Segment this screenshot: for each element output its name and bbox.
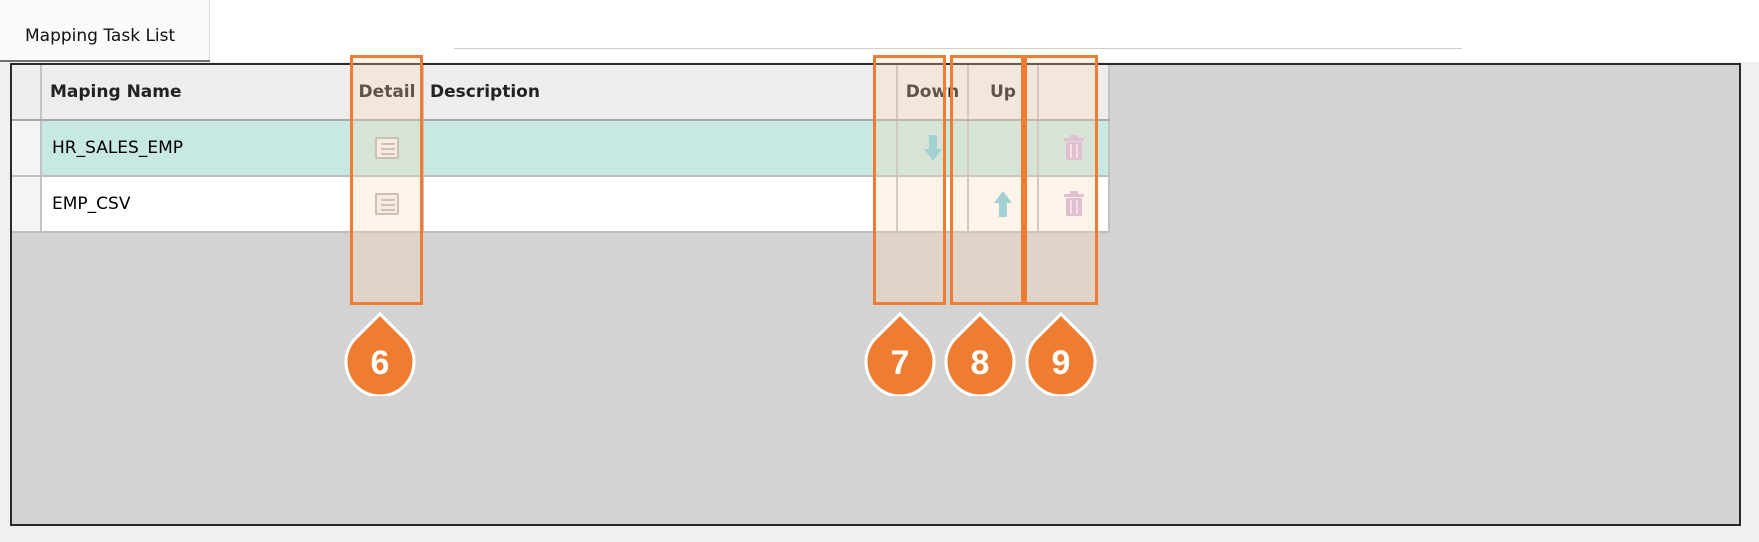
column-header-name[interactable]: Maping Name xyxy=(42,65,352,119)
delete-column-highlight xyxy=(1024,55,1098,305)
tab-strip-field xyxy=(454,0,1462,49)
callout-number: 8 xyxy=(970,344,990,382)
description-cell[interactable] xyxy=(424,121,884,175)
mapping-name-cell[interactable]: EMP_CSV xyxy=(42,177,352,231)
callout-number: 9 xyxy=(1051,344,1071,382)
callout-6: 6 xyxy=(343,311,417,398)
callout-8: 8 xyxy=(943,311,1017,398)
row-selector[interactable] xyxy=(12,177,42,231)
up-column-highlight xyxy=(950,55,1024,305)
down-column-highlight xyxy=(873,55,946,305)
tab-label: Mapping Task List xyxy=(25,26,176,46)
row-selector-header[interactable] xyxy=(12,65,42,119)
tab-strip-background xyxy=(210,0,1759,62)
callout-7: 7 xyxy=(863,311,937,398)
callout-number: 7 xyxy=(890,344,910,382)
description-cell[interactable] xyxy=(424,177,884,231)
column-header-description[interactable]: Description xyxy=(424,65,884,119)
callout-number: 6 xyxy=(370,344,390,382)
row-selector[interactable] xyxy=(12,121,42,175)
tab-underline xyxy=(0,60,210,62)
callout-9: 9 xyxy=(1024,311,1098,398)
detail-column-highlight xyxy=(350,55,423,305)
tab-mapping-task-list[interactable]: Mapping Task List xyxy=(0,0,210,62)
mapping-name-cell[interactable]: HR_SALES_EMP xyxy=(42,121,352,175)
